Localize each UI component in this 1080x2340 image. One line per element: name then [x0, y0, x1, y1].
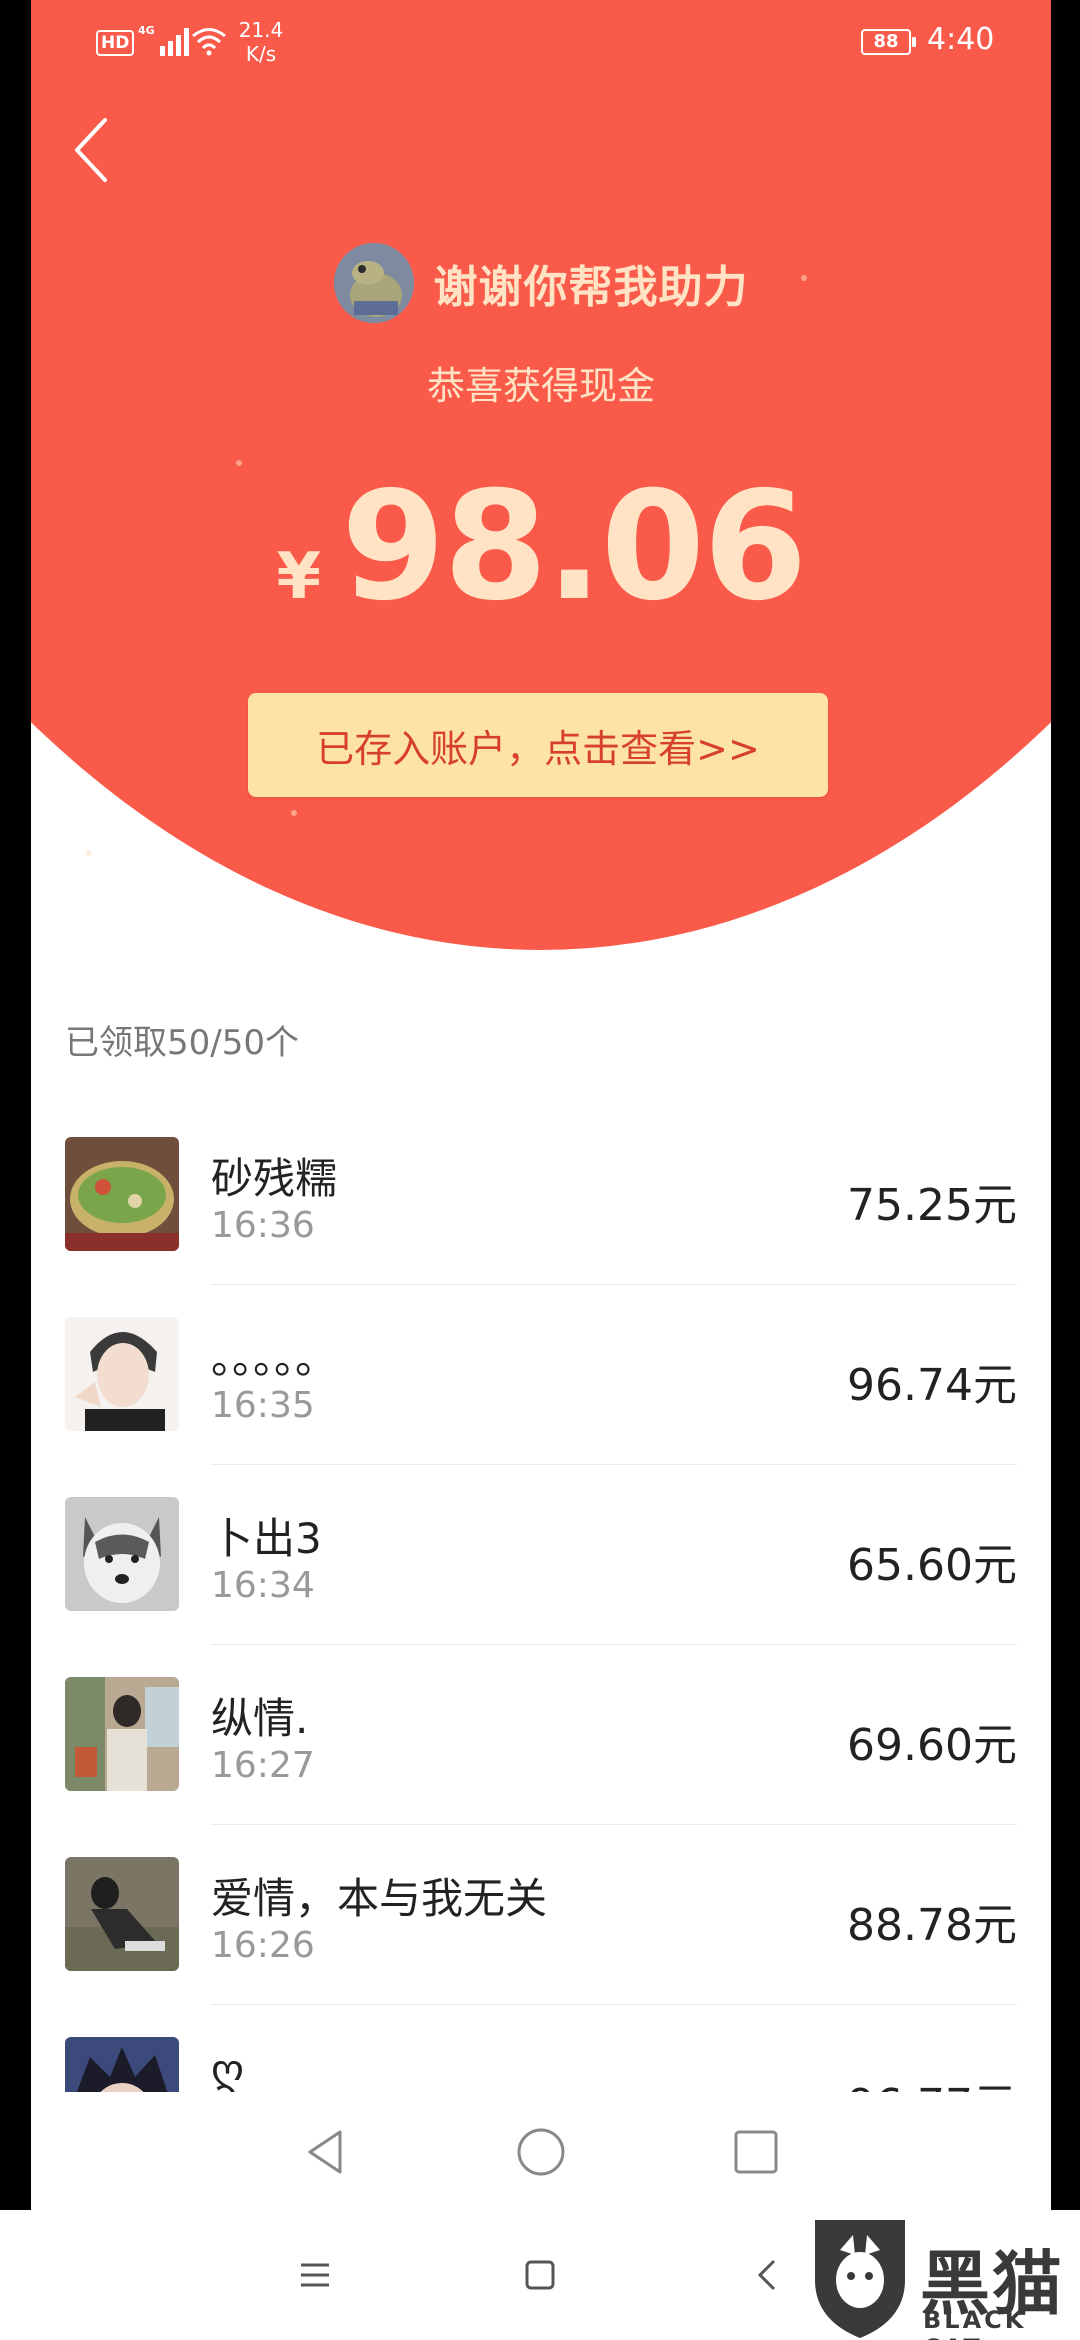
currency-symbol: ¥	[276, 540, 322, 614]
item-amount: 75.25元	[847, 1180, 1017, 1231]
avatar	[65, 1677, 179, 1791]
portrait-avatar-icon	[65, 1317, 179, 1431]
item-name: 爱情，本与我无关	[211, 1874, 548, 1923]
page: HD 4G 21.4 K/s 88 4:40 谢谢你帮我助力 恭喜获得现金 ¥ …	[0, 0, 1080, 2340]
triangle-back-icon[interactable]	[296, 2122, 356, 2182]
red-packet-header: HD 4G 21.4 K/s 88 4:40 谢谢你帮我助力 恭喜获得现金 ¥ …	[31, 0, 1051, 950]
speed-unit: K/s	[245, 42, 277, 66]
item-amount: 65.60元	[847, 1540, 1017, 1591]
avatar	[65, 1857, 179, 1971]
list-item[interactable]: 纵情. 16:27 69.60元	[31, 1645, 1051, 1825]
phone-screen: HD 4G 21.4 K/s 88 4:40 谢谢你帮我助力 恭喜获得现金 ¥ …	[31, 0, 1051, 2210]
network-speed: 21.4 K/s	[226, 18, 296, 66]
claim-summary: 已领取50/50个	[65, 1023, 299, 1063]
hd-indicator: HD	[96, 30, 135, 56]
list-item[interactable]: 卜出3 16:34 65.60元	[31, 1465, 1051, 1645]
home-square-icon[interactable]	[520, 2255, 560, 2295]
photo-avatar-icon	[65, 1857, 179, 1971]
item-amount: 88.78元	[847, 1900, 1017, 1951]
item-time: 16:34	[211, 1565, 315, 1606]
sparkle	[291, 810, 297, 816]
item-name: ღ	[211, 2045, 245, 2094]
status-bar: HD 4G 21.4 K/s 88 4:40	[31, 0, 1051, 80]
black-cat-shield-logo	[815, 2220, 905, 2338]
avatar	[65, 1497, 179, 1611]
item-name: 。。。。。	[211, 1334, 338, 1383]
list-item[interactable]: 。。。。。 16:35 96.74元	[31, 1285, 1051, 1465]
photo-avatar-icon	[65, 1677, 179, 1791]
battery-level: 88	[873, 31, 899, 52]
watermark: 黑猫 BLACK CAT	[805, 2210, 1080, 2340]
circle-home-icon[interactable]	[511, 2122, 571, 2182]
battery-icon: 88	[861, 29, 916, 55]
chevron-left-icon	[75, 118, 107, 182]
avatar	[65, 1317, 179, 1431]
item-time: 16:26	[211, 1925, 315, 1966]
sender-title: 谢谢你帮我助力	[433, 262, 749, 313]
sender-avatar[interactable]	[333, 243, 414, 323]
list-item[interactable]: 爱情，本与我无关 16:26 88.78元	[31, 1825, 1051, 2005]
svg-text:4G: 4G	[138, 24, 155, 37]
food-avatar-icon	[65, 1137, 179, 1251]
sender-row: 谢谢你帮我助力	[31, 238, 1051, 328]
square-recent-icon[interactable]	[726, 2122, 786, 2182]
list-item[interactable]: 砂残糯 16:36 75.25元	[31, 1105, 1051, 1285]
back-chevron-icon[interactable]	[748, 2255, 788, 2295]
view-account-button[interactable]: 已存入账户，点击查看>>	[248, 693, 828, 797]
item-amount: 69.60元	[847, 1720, 1017, 1771]
item-time: 16:35	[211, 1385, 315, 1426]
sparkle	[86, 850, 92, 856]
clock: 4:40	[927, 22, 995, 57]
item-time: 16:27	[211, 1745, 315, 1786]
item-name: 纵情.	[211, 1694, 309, 1743]
amount-row: ¥ 98.06	[31, 460, 1051, 634]
back-button[interactable]	[61, 110, 131, 190]
wifi-icon	[192, 28, 226, 56]
system-nav-bar	[31, 2092, 1051, 2210]
menu-icon[interactable]	[295, 2255, 335, 2295]
item-name: 卜出3	[211, 1514, 322, 1563]
congrats-subtitle: 恭喜获得现金	[426, 364, 655, 408]
speed-value: 21.4	[238, 18, 284, 42]
received-amount: 98.06	[341, 460, 807, 634]
item-name: 砂残糯	[211, 1154, 338, 1203]
watermark-logo-sub: BLACK CAT	[923, 2306, 1027, 2340]
item-amount: 96.74元	[847, 1360, 1017, 1411]
item-time: 16:36	[211, 1205, 315, 1246]
avatar	[65, 1137, 179, 1251]
husky-avatar-icon	[65, 1497, 179, 1611]
frog-avatar-icon	[333, 243, 414, 323]
